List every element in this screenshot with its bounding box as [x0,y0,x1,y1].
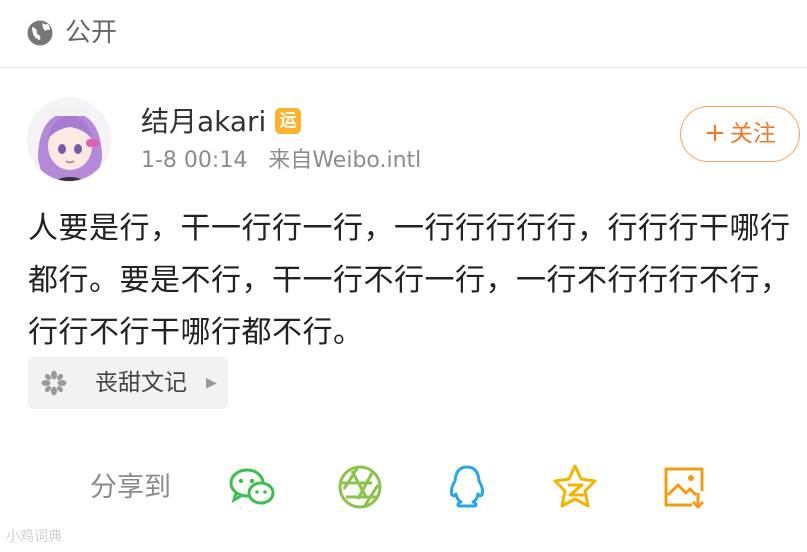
avatar-image [28,99,110,181]
visibility-bar: 公开 [0,0,807,68]
follow-label: 关注 [729,121,776,147]
topic-label: 丧甜文记 [95,370,187,396]
post-body: 人要是行，干一行行一行，一行行行行行，行行行干哪行都行。要是不行，干一行不行一行… [28,211,791,350]
share-label: 分享到 [90,472,171,503]
chevron-right-icon: ▶ [206,375,217,391]
post-meta: 1-8 00:14 来自Weibo.intl [141,146,421,176]
wechat-icon[interactable] [228,463,276,511]
member-badge[interactable]: 运 [275,108,301,134]
watermark: 小鸡词典 [6,529,62,545]
avatar[interactable] [27,98,111,182]
author-name[interactable]: 结月akari [141,102,266,142]
qq-icon[interactable] [443,463,491,511]
plus-icon: + [704,118,726,148]
post-time: 1-8 00:14 [141,148,248,173]
follow-button[interactable]: + 关注 [680,106,800,162]
topic-chip[interactable]: 丧甜文记 ▶ [28,357,228,409]
save-image-icon[interactable] [660,463,708,511]
post-source: 来自Weibo.intl [268,148,422,173]
topic-icon [41,370,67,396]
visibility-label[interactable]: 公开 [65,15,117,51]
globe-icon [27,20,53,46]
moments-icon[interactable] [336,463,384,511]
qzone-icon[interactable] [551,463,599,511]
